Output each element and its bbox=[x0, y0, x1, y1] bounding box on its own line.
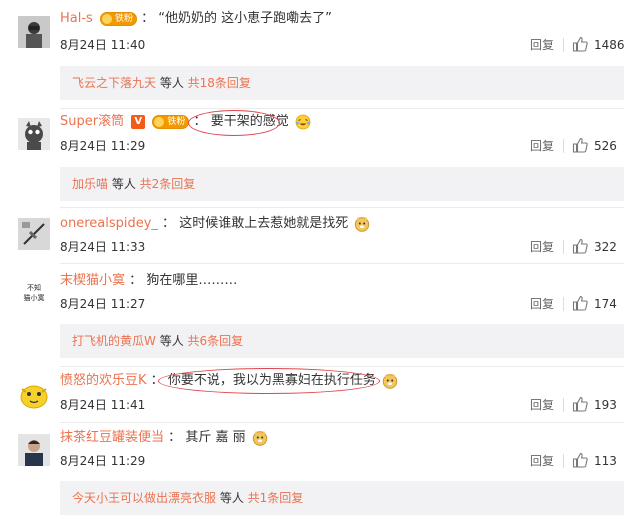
timestamp: 8月24日 11:29 bbox=[60, 139, 146, 153]
laugh-cry-emoji-icon bbox=[295, 114, 311, 129]
reply-mid: 等人 bbox=[216, 491, 248, 505]
timestamp: 8月24日 11:27 bbox=[60, 297, 146, 311]
divider bbox=[563, 139, 564, 153]
avatar[interactable] bbox=[18, 118, 50, 150]
like-button[interactable]: 193 bbox=[572, 396, 617, 414]
reply-summary[interactable]: 今天小王可以做出漂亮衣服 等人 共1条回复 bbox=[60, 481, 624, 515]
username[interactable]: onerealspidey_ bbox=[60, 216, 158, 231]
thumbs-up-icon bbox=[572, 238, 588, 254]
like-button[interactable]: 1486 bbox=[572, 36, 625, 54]
reply-user[interactable]: 加乐喵 bbox=[72, 177, 108, 191]
like-button[interactable]: 174 bbox=[572, 295, 617, 313]
comment-text: 你要不说，我以为黑寡妇在执行任务 bbox=[167, 373, 376, 388]
timestamp: 8月24日 11:29 bbox=[60, 454, 146, 468]
colon: ： bbox=[141, 11, 155, 26]
reply-mid: 等人 bbox=[156, 76, 188, 90]
avatar[interactable] bbox=[18, 434, 50, 466]
separator bbox=[60, 366, 624, 367]
separator bbox=[60, 108, 624, 109]
username[interactable]: 末楔猫小寞 bbox=[60, 273, 125, 288]
like-count: 526 bbox=[594, 139, 617, 153]
separator bbox=[60, 207, 624, 208]
reply-count-link[interactable]: 共2条回复 bbox=[140, 177, 196, 191]
divider bbox=[563, 240, 564, 254]
like-button[interactable]: 322 bbox=[572, 238, 617, 256]
timestamp: 8月24日 11:41 bbox=[60, 398, 146, 412]
reply-button[interactable]: 回复 bbox=[530, 452, 554, 470]
separator bbox=[60, 422, 624, 423]
reply-count-link[interactable]: 共1条回复 bbox=[248, 491, 304, 505]
reply-button[interactable]: 回复 bbox=[530, 295, 554, 313]
timestamp: 8月24日 11:33 bbox=[60, 240, 146, 254]
reply-mid: 等人 bbox=[155, 334, 188, 348]
reply-user[interactable]: 今天小王可以做出漂亮衣服 bbox=[72, 491, 216, 505]
divider bbox=[563, 398, 564, 412]
colon: ： bbox=[129, 273, 143, 288]
doge-emoji-icon bbox=[355, 216, 370, 232]
comment-text: 其斤 嘉 丽 bbox=[185, 430, 246, 445]
comment-list: Hal-s 铁粉 ： “他奶奶的 这小恵子跑嘞去了” 8月24日 11:40 回… bbox=[0, 0, 640, 520]
reply-summary[interactable]: 飞云之下落九天 等人 共18条回复 bbox=[60, 66, 624, 100]
divider bbox=[563, 38, 564, 52]
like-button[interactable]: 113 bbox=[572, 452, 617, 470]
svg-text:猫小寞: 猫小寞 bbox=[24, 293, 45, 302]
avatar[interactable] bbox=[18, 16, 50, 48]
doge-emoji-icon bbox=[382, 373, 398, 389]
divider bbox=[563, 454, 564, 468]
thumbs-up-icon bbox=[572, 137, 588, 153]
doge-emoji-icon bbox=[252, 430, 267, 446]
fan-badge: 铁粉 bbox=[99, 11, 137, 26]
avatar[interactable] bbox=[18, 377, 50, 409]
reply-button[interactable]: 回复 bbox=[530, 137, 554, 155]
divider bbox=[563, 297, 564, 311]
reply-summary[interactable]: 打飞机的黄瓜W 等人 共6条回复 bbox=[60, 324, 624, 358]
colon: ： bbox=[162, 216, 176, 231]
thumbs-up-icon bbox=[572, 295, 588, 311]
username[interactable]: 抹茶红豆罐装便当 bbox=[60, 430, 164, 445]
comment-text: 狗在哪里……… bbox=[146, 273, 238, 288]
colon: ： bbox=[168, 430, 182, 445]
comment-text: “他奶奶的 这小恵子跑嘞去了” bbox=[158, 11, 332, 26]
thumbs-up-icon bbox=[572, 396, 588, 412]
colon: ： bbox=[150, 373, 164, 388]
username[interactable]: Super滚筒 bbox=[60, 114, 124, 129]
thumbs-up-icon bbox=[572, 36, 588, 52]
verified-v-icon: V bbox=[131, 114, 146, 129]
colon: ： bbox=[193, 114, 207, 129]
like-count: 113 bbox=[594, 454, 617, 468]
separator bbox=[60, 263, 624, 264]
reply-count-link[interactable]: 共6条回复 bbox=[188, 334, 244, 348]
like-count: 193 bbox=[594, 398, 617, 412]
reply-button[interactable]: 回复 bbox=[530, 396, 554, 414]
comment-text: 要干架的感觉 bbox=[210, 114, 289, 129]
reply-count-link[interactable]: 共18条回复 bbox=[188, 76, 251, 90]
avatar[interactable]: 不知 猫小寞 bbox=[18, 276, 50, 308]
timestamp: 8月24日 11:40 bbox=[60, 38, 146, 52]
comment-text: 这时候谁敢上去惹她就是找死 bbox=[179, 216, 349, 231]
reply-button[interactable]: 回复 bbox=[530, 238, 554, 256]
username[interactable]: Hal-s bbox=[60, 11, 93, 26]
avatar-text: 不知 bbox=[27, 283, 41, 292]
like-count: 322 bbox=[594, 240, 617, 254]
fan-badge: 铁粉 bbox=[152, 114, 190, 129]
like-count: 1486 bbox=[594, 38, 625, 52]
reply-user[interactable]: 打飞机的黄瓜W bbox=[72, 334, 156, 348]
reply-summary[interactable]: 加乐喵 等人 共2条回复 bbox=[60, 167, 624, 201]
like-count: 174 bbox=[594, 297, 617, 311]
username[interactable]: 愤怒的欢乐豆K bbox=[60, 373, 147, 388]
thumbs-up-icon bbox=[572, 452, 588, 468]
like-button[interactable]: 526 bbox=[572, 137, 617, 155]
reply-mid: 等人 bbox=[108, 177, 140, 191]
reply-user[interactable]: 飞云之下落九天 bbox=[72, 76, 156, 90]
avatar[interactable] bbox=[18, 218, 50, 250]
reply-button[interactable]: 回复 bbox=[530, 36, 554, 54]
